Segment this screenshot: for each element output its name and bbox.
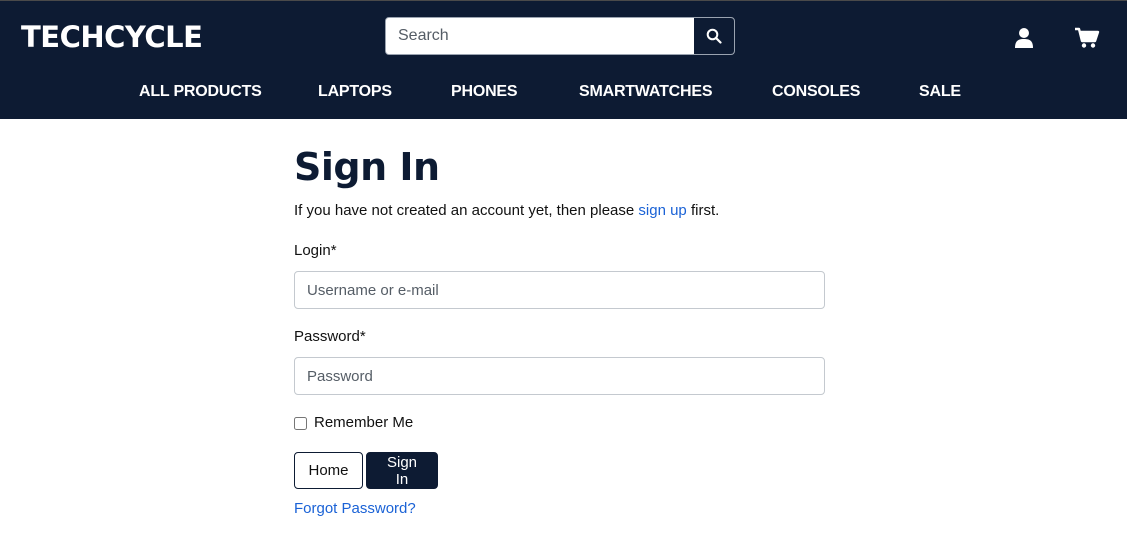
- cart-button[interactable]: [1074, 25, 1100, 51]
- nav-item-all-products[interactable]: ALL PRODUCTS: [139, 79, 262, 105]
- signup-prompt: If you have not created an account yet, …: [294, 201, 719, 221]
- signup-prompt-text: If you have not created an account yet, …: [294, 202, 639, 219]
- login-label: Login*: [294, 242, 337, 259]
- nav-item-sale[interactable]: SALE: [919, 79, 961, 105]
- account-button[interactable]: [1011, 25, 1037, 51]
- remember-me-checkbox[interactable]: [294, 416, 307, 430]
- forgot-password-link[interactable]: Forgot Password?: [294, 499, 416, 519]
- nav-item-laptops[interactable]: LAPTOPS: [318, 79, 392, 105]
- signup-link[interactable]: sign up: [638, 202, 686, 219]
- search-button[interactable]: [694, 18, 734, 54]
- remember-me-row: Remember Me: [294, 413, 413, 433]
- nav-item-phones[interactable]: PHONES: [451, 79, 518, 105]
- search-bar: [385, 17, 735, 55]
- password-field[interactable]: [294, 357, 825, 395]
- nav-item-smartwatches[interactable]: SMARTWATCHES: [579, 79, 712, 105]
- login-field[interactable]: [294, 271, 825, 309]
- sign-in-button[interactable]: Sign In: [366, 452, 438, 489]
- search-icon: [706, 28, 722, 44]
- user-icon: [1014, 27, 1034, 49]
- page-title: Sign In: [294, 145, 440, 189]
- cart-icon: [1074, 27, 1100, 49]
- password-label: Password*: [294, 328, 366, 345]
- search-input[interactable]: [386, 18, 695, 54]
- signup-prompt-suffix: first.: [686, 202, 720, 219]
- site-logo[interactable]: TECHCYCLE: [21, 19, 203, 55]
- main-nav: ALL PRODUCTS LAPTOPS PHONES SMARTWATCHES…: [0, 79, 1127, 107]
- site-header: TECHCYCLE Search ALL PRODUCTS LAPTOPS PH…: [0, 0, 1127, 119]
- remember-me-label[interactable]: Remember Me: [314, 413, 413, 433]
- home-button[interactable]: Home: [294, 452, 363, 489]
- nav-item-consoles[interactable]: CONSOLES: [772, 79, 860, 105]
